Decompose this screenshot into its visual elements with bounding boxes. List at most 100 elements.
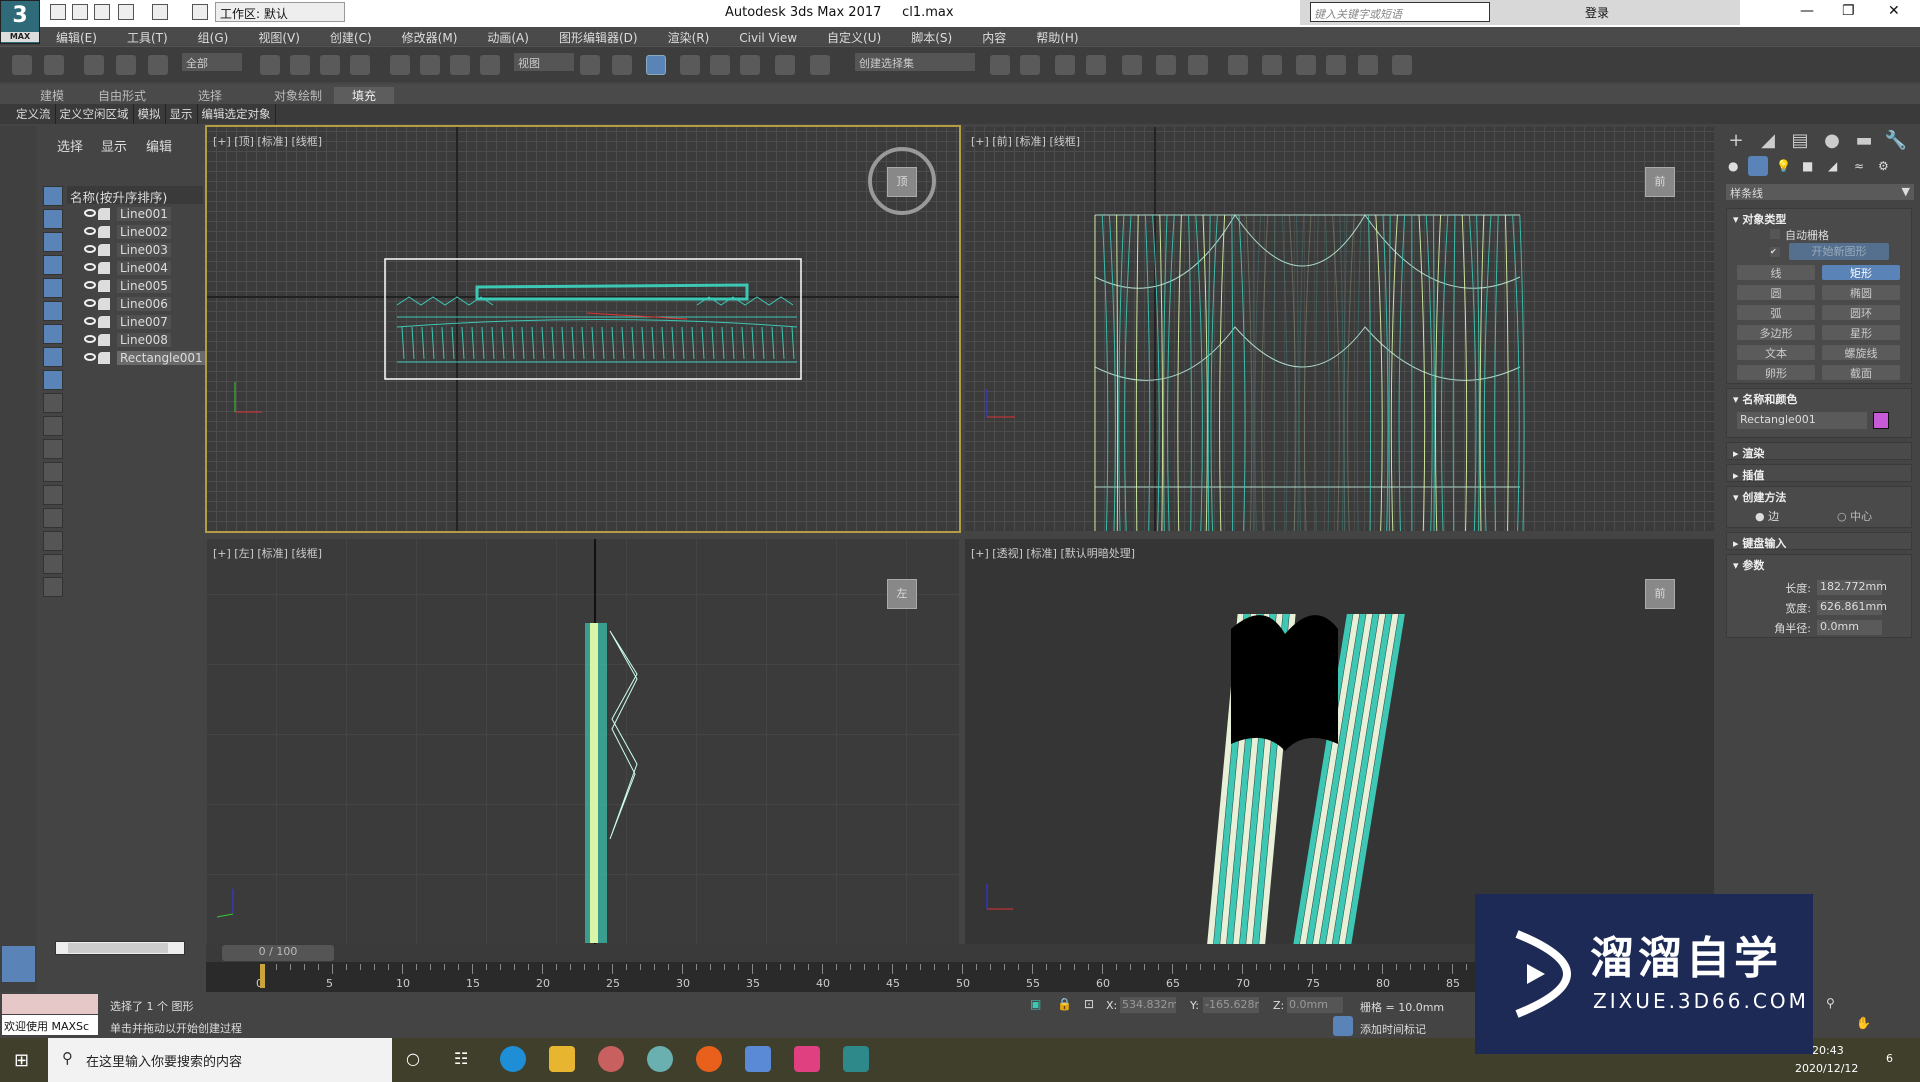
toolbar-button-icon[interactable] [580,55,600,75]
toolbar-button-icon[interactable] [320,55,340,75]
explorer-item[interactable]: Line003 [67,242,203,260]
maxscript-mini-listener[interactable]: 欢迎使用 MAXSc [2,1015,98,1035]
notification-badge[interactable]: 6 [1886,1052,1893,1065]
app-icon[interactable] [745,1046,771,1072]
explorer-filter-icon[interactable] [43,324,63,344]
eye-icon[interactable] [84,281,96,289]
toolbar-button-icon[interactable] [84,55,104,75]
toolbar-button-icon[interactable] [1262,55,1282,75]
eye-icon[interactable] [84,317,96,325]
object-color-swatch[interactable] [1873,412,1889,429]
ribbon-tab[interactable]: 选择 [198,87,222,104]
eye-icon[interactable] [84,227,96,235]
ribbon-tab[interactable]: 自由形式 [98,87,146,104]
toolbar-button-icon[interactable] [1228,55,1248,75]
modify-tab-icon[interactable]: ◢ [1754,130,1782,156]
current-frame-marker[interactable] [260,964,265,988]
explorer-item[interactable]: Line006 [67,296,203,314]
redo-icon[interactable] [152,4,168,20]
3dsmax-taskbar-icon[interactable] [843,1046,869,1072]
toolbar-button-icon[interactable] [450,55,470,75]
app-icon[interactable] [598,1046,624,1072]
taskbar-search[interactable]: 在这里输入你要搜索的内容 [48,1038,392,1082]
windows-start-icon[interactable]: ⊞ [14,1050,29,1071]
explorer-filter-icon[interactable] [43,232,63,252]
explorer-filter-icon[interactable] [43,370,63,390]
viewport-left[interactable]: [+] [左] [标准] [线框] 左 [207,539,959,944]
toolbar-button-icon[interactable] [1122,55,1142,75]
viewport-label[interactable]: [+] [前] [标准] [线框] [971,133,1080,149]
display-tab-icon[interactable]: ▬ [1850,130,1878,156]
shape-button[interactable]: 弧 [1737,305,1815,320]
ribbon-subtab[interactable]: 定义流 [12,104,56,124]
toolbar-button-icon[interactable] [680,55,700,75]
menu-item[interactable]: 动画(A) [487,29,529,46]
shape-button[interactable]: 圆环 [1822,305,1900,320]
eye-icon[interactable] [84,209,96,217]
toolbar-button-icon[interactable] [612,55,632,75]
ribbon-tab[interactable]: 填充 [334,87,395,104]
explorer-menu-edit[interactable]: 编辑 [146,136,172,155]
app-icon[interactable] [794,1046,820,1072]
menu-item[interactable]: 编辑(E) [56,29,97,46]
viewport-top[interactable]: [+] [顶] [标准] [线框] 顶 [205,125,961,533]
start-new-shape-button[interactable]: 开始新图形 [1789,243,1889,260]
explorer-filter-icon[interactable] [43,508,63,528]
toolbar-button-icon[interactable] [1020,55,1040,75]
width-spinner[interactable]: 626.861mm [1817,600,1887,615]
shape-button[interactable]: 星形 [1822,325,1900,340]
menu-item[interactable]: 修改器(M) [402,29,458,46]
x-coordinate[interactable]: 534.832mm [1120,997,1176,1013]
toolbar-button-icon[interactable] [480,55,500,75]
menu-item[interactable]: 视图(V) [258,29,300,46]
toolbar-button-icon[interactable] [420,55,440,75]
toolbar-button-icon[interactable] [1086,55,1106,75]
new-file-icon[interactable] [50,4,66,20]
ribbon-subtab[interactable]: 显示 [166,104,198,124]
toolbar-button-icon[interactable] [1156,55,1176,75]
isolate-icon[interactable]: ▣ [1030,997,1041,1011]
ribbon-tab[interactable]: 建模 [40,87,64,104]
lock-icon[interactable]: 🔒 [1057,997,1072,1011]
corner-radius-spinner[interactable]: 0.0mm [1817,620,1882,635]
view-cube[interactable]: 前 [1645,167,1675,197]
toolbar-button-icon[interactable] [710,55,730,75]
shape-button[interactable]: 卵形 [1737,365,1815,380]
explorer-filter-icon[interactable] [43,554,63,574]
systems-icon[interactable]: ⚙ [1878,159,1889,173]
track-bar[interactable]: 0510152025303540455055606570758085 [206,962,1495,992]
eye-icon[interactable] [84,353,96,361]
explorer-filter-icon[interactable] [43,462,63,482]
shape-button[interactable]: 螺旋线 [1822,345,1900,360]
shape-button[interactable]: 文本 [1737,345,1815,360]
menu-item[interactable]: 工具(T) [127,29,168,46]
close-button[interactable]: ✕ [1888,3,1900,19]
app-logo[interactable]: 3 MAX [0,0,40,44]
clock-date[interactable]: 2020/12/12 [1795,1062,1858,1075]
start-new-shape-checkbox[interactable]: ✔ [1770,247,1780,257]
help-search-input[interactable]: 键入关键字或短语 [1310,2,1490,22]
viewport-perspective[interactable]: [+] [透视] [标准] [默认明暗处理] 前 [965,539,1714,944]
toolbar-button-icon[interactable] [1358,55,1378,75]
explorer-filter-icon[interactable] [43,209,63,229]
explorer-item[interactable]: Line008 [67,332,203,350]
explorer-filter-icon[interactable] [43,301,63,321]
ribbon-subtab[interactable]: 编辑选定对象 [198,104,276,124]
firefox-icon[interactable] [696,1046,722,1072]
minimize-button[interactable]: — [1800,3,1814,19]
eye-icon[interactable] [84,245,96,253]
menu-item[interactable]: 渲染(R) [668,29,710,46]
cameras-icon[interactable]: ■ [1802,159,1813,173]
eye-icon[interactable] [84,335,96,343]
viewport-front[interactable]: [+] [前] [标准] [线框] 前 [965,127,1714,531]
view-cube[interactable]: 左 [887,579,917,609]
view-cube[interactable]: 顶 [887,167,917,197]
z-coordinate[interactable]: 0.0mm [1287,997,1343,1013]
undo-icon[interactable] [118,4,134,20]
toolbar-button-icon[interactable] [260,55,280,75]
toolbar-button-icon[interactable] [44,55,64,75]
toolbar-button-icon[interactable] [390,55,410,75]
restore-button[interactable]: ❐ [1842,3,1855,19]
viewport-label[interactable]: [+] [透视] [标准] [默认明暗处理] [971,545,1135,561]
menu-item[interactable]: 图形编辑器(D) [559,29,638,46]
